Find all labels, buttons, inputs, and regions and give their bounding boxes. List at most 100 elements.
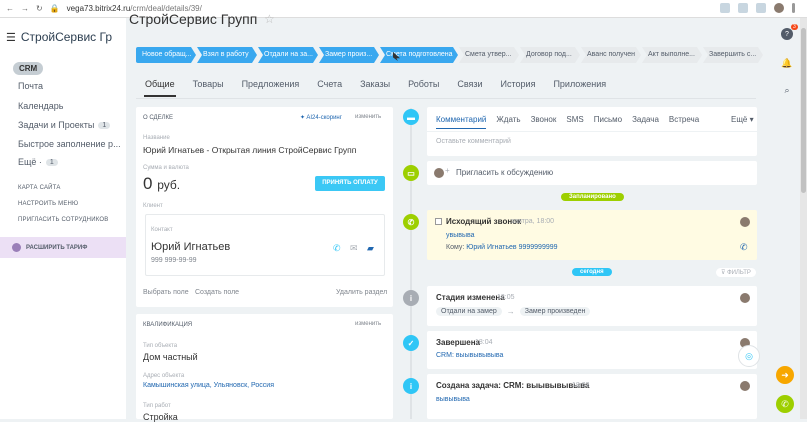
mail-icon[interactable]: ✉ xyxy=(350,243,358,253)
tab-orders[interactable]: Заказы xyxy=(351,76,399,96)
tab-sms[interactable]: SMS xyxy=(561,115,588,124)
crm-task-link[interactable]: CRM: выывывывыва xyxy=(436,352,503,359)
activity-editor: Комментарий Ждать Звонок SMS Письмо Зада… xyxy=(427,107,757,156)
sidebar-item-more[interactable]: Ещё · 1 xyxy=(18,157,58,167)
tab-general[interactable]: Общие xyxy=(136,76,184,97)
help-count-badge: 3 xyxy=(791,24,798,30)
tab-call[interactable]: Звонок xyxy=(526,115,562,124)
star-icon[interactable] xyxy=(720,3,730,13)
sidebar-item-mail[interactable]: Почта xyxy=(18,81,43,91)
back-icon[interactable]: ← xyxy=(6,4,14,13)
tab-task[interactable]: Задача xyxy=(627,115,664,124)
stage-to: Замер произведен xyxy=(519,307,591,316)
invite-link[interactable]: Пригласить к обсуждению xyxy=(456,168,553,177)
call-note[interactable]: увывыва xyxy=(446,232,475,239)
delete-section-link[interactable]: Удалить раздел xyxy=(336,289,387,296)
sidebar-item-tasks[interactable]: Задачи и Проекты 1 xyxy=(18,120,111,130)
phone-icon[interactable]: ✆ xyxy=(776,395,794,413)
tab-products[interactable]: Товары xyxy=(184,76,233,96)
sidebar-item-crm[interactable]: CRM xyxy=(13,62,44,75)
configure-menu-link[interactable]: НАСТРОИТЬ МЕНЮ xyxy=(18,201,78,207)
stage-step[interactable]: Отдали на за... xyxy=(258,47,318,63)
ai-scoring-link[interactable]: ✦ AI24-скоринг xyxy=(300,114,342,121)
scrollbar-thumb[interactable] xyxy=(801,28,806,193)
deal-tabs: Общие Товары Предложения Счета Заказы Ро… xyxy=(136,76,756,97)
help-icon[interactable]: ? xyxy=(781,28,793,40)
hamburger-icon[interactable]: ☰ xyxy=(6,31,16,44)
call-icon[interactable]: ✆ xyxy=(740,242,748,253)
more-dropdown[interactable]: Ещё ▾ xyxy=(731,115,754,124)
tab-quotes[interactable]: Предложения xyxy=(233,76,309,96)
upgrade-tariff-button[interactable]: РАСШИРИТЬ ТАРИФ xyxy=(0,237,126,258)
accept-payment-button[interactable]: ПРИНЯТЬ ОПЛАТУ xyxy=(315,176,385,191)
recipient-link[interactable]: Юрий Игнатьев 9999999999 xyxy=(466,244,557,251)
lock-icon: 🔒 xyxy=(49,4,60,13)
stage-step[interactable]: Договор под... xyxy=(520,47,580,63)
stage-step[interactable]: Замер произ... xyxy=(319,47,379,63)
extension-icon[interactable] xyxy=(756,3,766,13)
sidebar-item-quickfill[interactable]: Быстрое заполнение р... xyxy=(18,139,121,149)
create-field-link[interactable]: Создать поле xyxy=(195,289,239,296)
chat-icon[interactable]: ▰ xyxy=(367,243,375,253)
tab-wait[interactable]: Ждать xyxy=(491,115,525,124)
stage-step[interactable]: Смета подготовлена xyxy=(380,47,458,63)
edit-link[interactable]: изменить xyxy=(355,114,381,120)
event-title: Завершена xyxy=(436,338,481,347)
tab-meeting[interactable]: Встреча xyxy=(664,115,704,124)
planned-badge: Запланировано xyxy=(561,193,624,201)
stage-step[interactable]: Завершить с... xyxy=(703,47,763,63)
complete-checkbox[interactable] xyxy=(435,218,442,225)
object-address[interactable]: Камышинская улица, Ульяновск, Россия xyxy=(143,382,274,389)
scrollbar[interactable] xyxy=(800,18,807,419)
sidebar-item-label: Ещё · xyxy=(18,157,42,167)
stage-pipeline: Новое обращ... Взял в работу Отдали на за.… xyxy=(136,47,764,63)
field-label: Тип объекта xyxy=(143,343,178,349)
sidebar-item-calendar[interactable]: Календарь xyxy=(18,101,63,111)
stage-step[interactable]: Взял в работу xyxy=(197,47,257,63)
tab-history[interactable]: История xyxy=(492,76,545,96)
tab-robots[interactable]: Роботы xyxy=(399,76,448,96)
add-icon[interactable]: + xyxy=(445,166,450,175)
tab-links[interactable]: Связи xyxy=(448,76,491,96)
phone-icon[interactable]: ✆ xyxy=(333,243,341,253)
qualification-card: КВАЛИФИКАЦИЯ изменить Тип объекта Дом ча… xyxy=(136,314,393,422)
contact-name[interactable]: Юрий Игнатьев xyxy=(151,241,230,253)
filter-button[interactable]: ⊽ ФИЛЬТР xyxy=(716,268,756,277)
invite-card: + Пригласить к обсуждению xyxy=(427,161,757,185)
task-text-link[interactable]: вывывыва xyxy=(436,396,470,403)
tab-apps[interactable]: Приложения xyxy=(544,76,615,96)
extension-icon[interactable] xyxy=(738,3,748,13)
forward-icon[interactable]: → xyxy=(21,4,29,13)
bell-icon[interactable]: 🔔 xyxy=(781,57,793,69)
field-label: Адрес объекта xyxy=(143,373,185,379)
comment-icon: ▬ xyxy=(403,109,419,125)
compass-icon[interactable]: ◎ xyxy=(738,345,760,367)
tab-invoices[interactable]: Счета xyxy=(308,76,351,96)
stage-step[interactable]: Аванс получен xyxy=(581,47,641,63)
field-label: Клиент xyxy=(143,203,163,209)
tab-email[interactable]: Письмо xyxy=(589,115,627,124)
brand[interactable]: ☰ СтройСервис Гр xyxy=(6,30,112,44)
menu-icon[interactable] xyxy=(792,3,795,13)
call-recipient: Кому: Юрий Игнатьев 9999999999 xyxy=(446,244,558,251)
sitemap-link[interactable]: КАРТА САЙТА xyxy=(18,185,61,191)
stage-step[interactable]: Смета утвер... xyxy=(459,47,519,63)
star-icon[interactable]: ☆ xyxy=(264,12,275,26)
avatar xyxy=(434,168,444,178)
chat-bubble-icon[interactable]: ➜ xyxy=(776,366,794,384)
section-header: КВАЛИФИКАЦИЯ xyxy=(143,322,193,328)
task-created-card: Создана задача: CRM: выывывывыва 18:03 в… xyxy=(427,374,757,419)
stage-step[interactable]: Новое обращ... xyxy=(136,47,196,63)
profile-icon[interactable] xyxy=(774,3,784,13)
comment-input[interactable]: Оставьте комментарий xyxy=(436,138,511,145)
select-field-link[interactable]: Выбрать поле xyxy=(143,289,189,296)
invite-users-link[interactable]: ПРИГЛАСИТЬ СОТРУДНИКОВ xyxy=(18,217,108,223)
reload-icon[interactable]: ↻ xyxy=(36,4,43,13)
stage-step[interactable]: Акт выполне... xyxy=(642,47,702,63)
search-icon[interactable]: ⌕ xyxy=(781,84,793,96)
divider xyxy=(136,98,756,99)
event-time: 18:05 xyxy=(497,294,515,301)
field-label: Контакт xyxy=(151,227,173,233)
edit-link[interactable]: изменить xyxy=(355,321,381,327)
tab-comment[interactable]: Комментарий xyxy=(431,115,491,129)
